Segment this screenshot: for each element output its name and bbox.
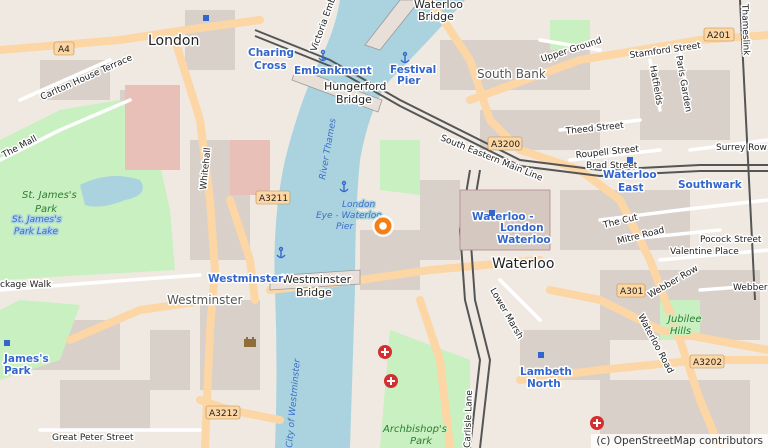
road-surrey-row: Surrey Row (716, 143, 767, 153)
place-london: London (148, 33, 199, 49)
park-archbishops-2: Park (410, 436, 433, 447)
station-lambeth-north-2: North (527, 378, 561, 390)
shield-a4-text: A4 (58, 45, 70, 55)
shield-a4: A4 (53, 41, 75, 56)
road-valentine-place: Valentine Place (670, 247, 739, 257)
station-charing-cross-1: Charing (248, 47, 294, 59)
road-thameslink: Thameslink (739, 3, 751, 57)
station-waterloo-london-2: London (500, 222, 544, 234)
road-ckage-walk: ckage Walk (0, 280, 52, 290)
road-pocock-street: Pocock Street (700, 235, 762, 245)
water-london-eye-pier-1: London (342, 200, 375, 210)
station-square-icon (4, 340, 10, 346)
station-square-icon (538, 352, 544, 358)
shield-a3202: A3202 (689, 354, 725, 369)
shield-a3211: A3211 (255, 190, 291, 205)
station-square-icon (489, 210, 495, 216)
station-westminster: Westminster (208, 273, 284, 285)
shield-a3211-text: A3211 (259, 194, 288, 204)
shield-a3200: A3200 (487, 136, 523, 151)
station-square-icon (203, 15, 209, 21)
park-st-james-1: St. James's (22, 190, 77, 201)
jubilee-gardens (380, 140, 420, 195)
attribution[interactable]: (c) OpenStreetMap contributors (591, 434, 768, 448)
shield-a301: A301 (616, 283, 646, 298)
place-waterloo: Waterloo (492, 256, 554, 272)
shield-a3212: A3212 (205, 405, 241, 420)
bridge-waterloo-line2: Bridge (418, 10, 454, 23)
map[interactable]: London South Bank Waterloo Westminster W… (0, 0, 768, 448)
park-jubilee-hills-1: Jubilee (666, 314, 702, 325)
station-waterloo-london-3: Waterloo (497, 234, 551, 246)
water-london-eye-pier-3: Pier (336, 222, 354, 232)
shield-a3212-text: A3212 (209, 409, 238, 419)
place-south-bank: South Bank (477, 67, 546, 81)
hospital-icon (384, 374, 398, 388)
station-festival-pier-2: Pier (397, 75, 421, 87)
station-southwark: Southwark (678, 179, 743, 191)
water-london-eye-pier-2: Eye - Waterloo (316, 211, 382, 221)
whitehall-block (230, 140, 270, 195)
bridge-hungerford-line2: Bridge (336, 93, 372, 106)
shield-a301-text: A301 (620, 287, 643, 297)
park-st-james-2: Park (35, 204, 58, 215)
road-great-peter-street: Great Peter Street (52, 433, 134, 443)
station-lambeth-north-1: Lambeth (520, 366, 572, 378)
bridge-westminster-line2: Bridge (296, 286, 332, 299)
hospital-icon (590, 416, 604, 430)
station-james-park-2: Park (4, 365, 32, 377)
park-st-james-lake-2: Park Lake (14, 227, 58, 237)
shield-a3202-text: A3202 (693, 358, 722, 368)
place-westminster: Westminster (167, 293, 242, 307)
road-carlisle-lane: Carlisle Lane (463, 389, 475, 448)
bridge-hungerford-line1: Hungerford (324, 80, 386, 93)
station-waterloo-east-2: East (618, 182, 644, 194)
bridge-westminster-line1: Westminster (282, 273, 352, 286)
shield-a201-text: A201 (707, 31, 730, 41)
park-st-james-lake-1: St. James's (12, 215, 62, 225)
shield-a3200-text: A3200 (491, 140, 520, 150)
horse-guards-parade (125, 85, 180, 170)
location-marker-icon[interactable] (372, 215, 394, 237)
shield-a201: A201 (703, 27, 735, 42)
hospital-icon (378, 345, 392, 359)
road-webber-street: Webber Street (733, 283, 768, 293)
station-charing-cross-2: Cross (254, 60, 287, 72)
map-canvas[interactable]: London South Bank Waterloo Westminster W… (0, 0, 768, 448)
park-jubilee-hills-2: Hills (670, 326, 691, 337)
station-square-icon (627, 157, 633, 163)
station-james-park-1: James's (3, 353, 49, 365)
station-embankment: Embankment (294, 65, 372, 77)
park-archbishops-1: Archbishop's (382, 424, 447, 435)
